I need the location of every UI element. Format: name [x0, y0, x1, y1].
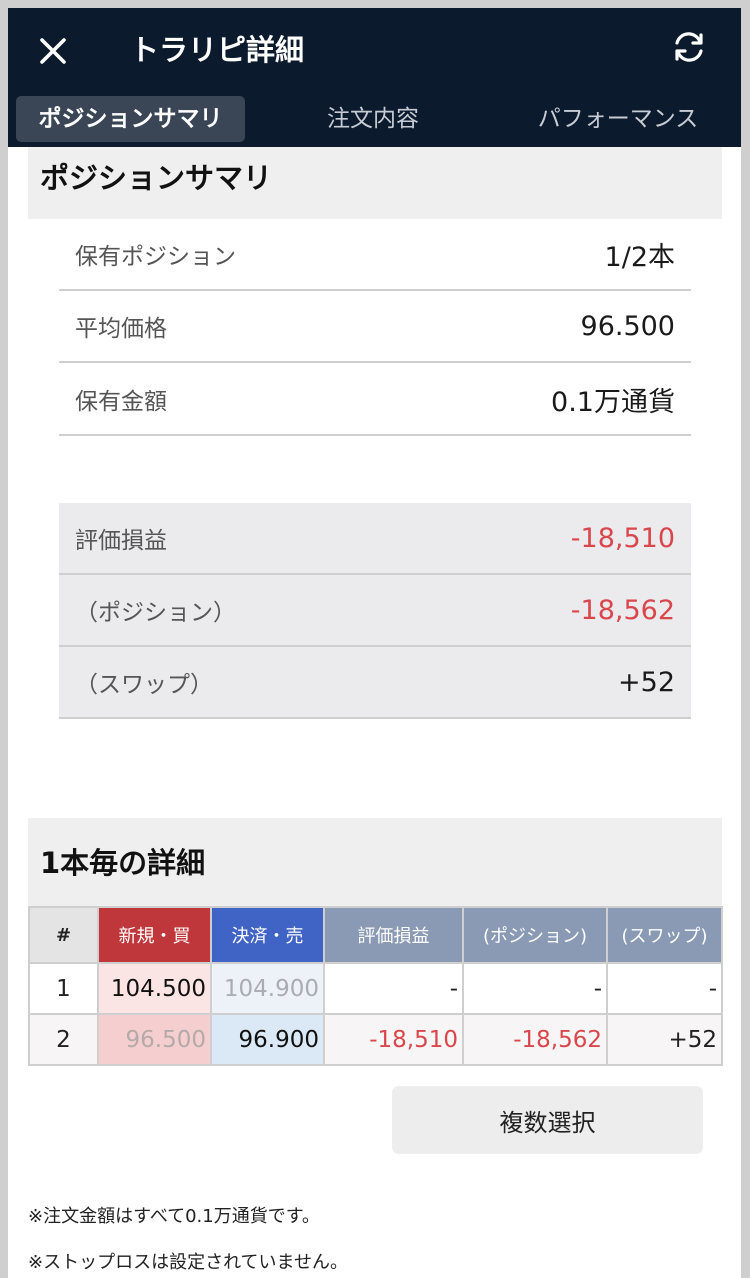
cell-swap: +52: [606, 1013, 723, 1066]
summary-title: ポジションサマリ: [28, 147, 722, 219]
page-title: トラリピ詳細: [130, 33, 305, 67]
row-value: 1/2本: [604, 241, 675, 273]
row-value: -18,562: [570, 594, 675, 626]
column-header-index: #: [28, 906, 99, 964]
tab-bar: ポジションサマリ 注文内容 パフォーマンス: [8, 96, 741, 142]
table-header-row: # 新規・買 決済・売 評価損益 (ポジション) (スワップ): [28, 906, 723, 964]
note-stop-loss: ※ストップロスは設定されていません。: [28, 1252, 349, 1273]
cell-pnl: -: [323, 962, 464, 1015]
column-header-sell: 決済・売: [210, 906, 325, 964]
row-label: （スワップ）: [75, 672, 213, 698]
row-label: 保有金額: [75, 389, 167, 415]
row-label: 評価損益: [75, 528, 167, 554]
multi-select-button[interactable]: 複数選択: [392, 1086, 703, 1154]
cell-buy-price: 104.500: [97, 962, 212, 1015]
cell-pnl: -18,510: [323, 1013, 464, 1066]
row-label: （ポジション）: [75, 600, 236, 626]
header: トラリピ詳細 ポジションサマリ 注文内容 パフォーマンス: [8, 8, 741, 147]
cell-index: 2: [28, 1013, 99, 1066]
detail-table: # 新規・買 決済・売 評価損益 (ポジション) (スワップ) 1 104.50…: [28, 906, 723, 1066]
row-value: 96.500: [580, 310, 675, 342]
column-header-pnl: 評価損益: [323, 906, 464, 964]
app-frame: トラリピ詳細 ポジションサマリ 注文内容 パフォーマンス ポジションサマリ 保有…: [8, 8, 741, 1278]
column-header-buy: 新規・買: [97, 906, 212, 964]
tab-performance[interactable]: パフォーマンス: [513, 96, 723, 142]
cell-swap: -: [606, 962, 723, 1015]
column-header-position: (ポジション): [462, 906, 608, 964]
pnl-row-position: （ポジション） -18,562: [59, 575, 691, 647]
row-value: 0.1万通貨: [551, 386, 675, 418]
cell-sell-price: 104.900: [210, 962, 325, 1015]
table-row: 1 104.500 104.900 - - -: [28, 962, 723, 1015]
column-header-swap: (スワップ): [606, 906, 723, 964]
refresh-icon[interactable]: [670, 28, 708, 66]
row-label: 保有ポジション: [75, 244, 236, 270]
note-order-amount: ※注文金額はすべて0.1万通貨です。: [28, 1206, 320, 1227]
row-value: +52: [618, 666, 675, 698]
cell-sell-price: 96.900: [210, 1013, 325, 1066]
cell-index: 1: [28, 962, 99, 1015]
summary-row-holding-amount: 保有金額 0.1万通貨: [59, 364, 691, 436]
cell-position-pnl: -: [462, 962, 608, 1015]
row-label: 平均価格: [75, 316, 167, 342]
summary-row-average-price: 平均価格 96.500: [59, 291, 691, 363]
detail-title: 1本毎の詳細: [28, 818, 722, 906]
summary-row-holdings: 保有ポジション 1/2本: [59, 219, 691, 291]
tab-position-summary[interactable]: ポジションサマリ: [16, 96, 245, 142]
pnl-row-total: 評価損益 -18,510: [59, 503, 691, 575]
pnl-row-swap: （スワップ） +52: [59, 647, 691, 719]
tab-order-details[interactable]: 注文内容: [288, 96, 458, 142]
table-row: 2 96.500 96.900 -18,510 -18,562 +52: [28, 1013, 723, 1066]
cell-position-pnl: -18,562: [462, 1013, 608, 1066]
cell-buy-price: 96.500: [97, 1013, 212, 1066]
row-value: -18,510: [570, 522, 675, 554]
close-icon[interactable]: [38, 36, 68, 66]
